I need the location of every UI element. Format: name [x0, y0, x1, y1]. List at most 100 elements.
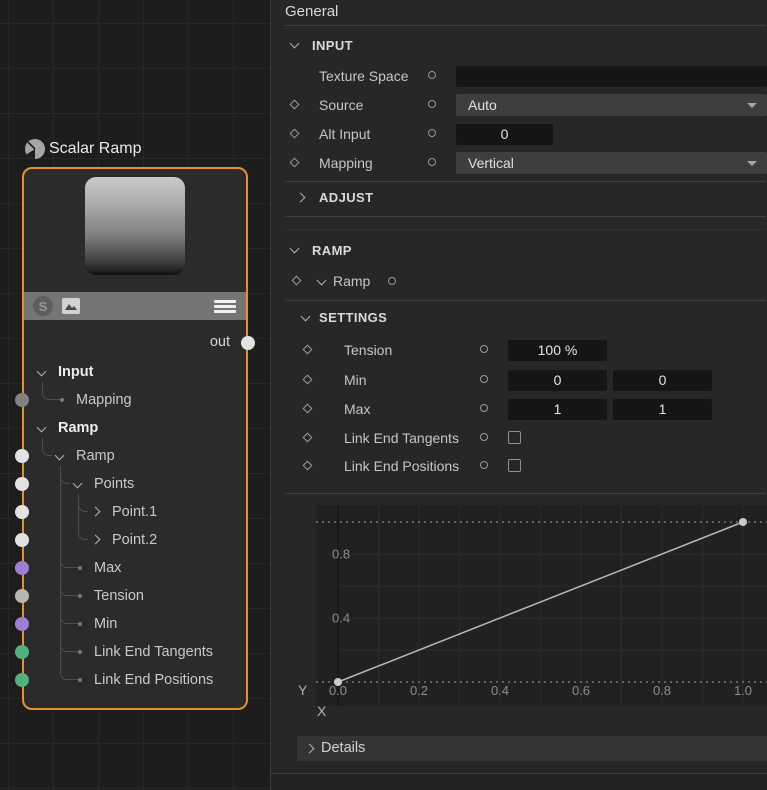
mapping-label: Mapping [319, 149, 373, 177]
mapping-dropdown[interactable]: Vertical [456, 152, 767, 174]
attributes-panel: General INPUT Texture SpaceSourceAutoAlt… [270, 0, 767, 790]
panel-tab-general[interactable]: General [285, 3, 338, 20]
node-menu-icon[interactable] [214, 300, 236, 313]
port-link-end-positions[interactable] [15, 673, 29, 687]
port-max[interactable] [15, 561, 29, 575]
tree-item-input[interactable]: Input [58, 358, 93, 386]
connect-port-icon[interactable] [428, 100, 436, 108]
keyframe-diamond-icon[interactable] [290, 158, 300, 168]
ramp-row-label: Ramp [333, 267, 370, 295]
svg-text:0.0: 0.0 [329, 683, 347, 698]
min-field-1[interactable]: 0 [613, 370, 712, 391]
port-tension[interactable] [15, 589, 29, 603]
section-header-ramp[interactable]: RAMP [312, 243, 352, 258]
tree-connector-dot [78, 622, 82, 626]
tree-item-ramp[interactable]: Ramp [76, 442, 115, 470]
connect-port-icon[interactable] [480, 345, 488, 353]
tree-item-point-1[interactable]: Point.1 [112, 498, 157, 526]
keyframe-diamond-icon[interactable] [290, 129, 300, 139]
tree-connector [42, 382, 43, 391]
tree-item-mapping[interactable]: Mapping [76, 386, 132, 414]
port-ramp[interactable] [15, 449, 29, 463]
tree-item-min[interactable]: Min [94, 610, 117, 638]
texture-space-input[interactable] [456, 66, 767, 87]
port-points[interactable] [15, 477, 29, 491]
connect-port-icon[interactable] [428, 129, 436, 137]
tree-item-max[interactable]: Max [94, 554, 121, 582]
min-field-0[interactable]: 0 [508, 370, 607, 391]
tree-item-link-end-tangents[interactable]: Link End Tangents [94, 638, 213, 666]
svg-text:0.8: 0.8 [653, 683, 671, 698]
tree-connector [60, 615, 78, 624]
divider [285, 493, 766, 494]
node-header[interactable]: Scalar Ramp [24, 138, 141, 160]
ramp-preview-thumbnail[interactable] [85, 177, 185, 275]
keyframe-diamond-icon[interactable] [303, 375, 313, 385]
tree-item-ramp[interactable]: Ramp [58, 414, 98, 442]
chevron-down-icon[interactable] [290, 244, 300, 254]
scalar-ramp-node[interactable]: S out [22, 167, 248, 710]
tree-connector-dot [60, 398, 64, 402]
port-mapping[interactable] [15, 393, 29, 407]
node-type-bar: S [24, 292, 246, 320]
chevron-down-icon[interactable] [317, 276, 327, 286]
tree-item-tension[interactable]: Tension [94, 582, 144, 610]
ramp-curve-svg: 0.40.80.00.20.40.60.81.0 [316, 505, 767, 706]
svg-text:0.2: 0.2 [410, 683, 428, 698]
chevron-right-icon[interactable] [296, 193, 306, 203]
min-label: Min [344, 366, 367, 394]
port-min[interactable] [15, 617, 29, 631]
keyframe-diamond-icon[interactable] [303, 433, 313, 443]
details-section-header[interactable]: Details [297, 736, 767, 761]
y-axis-label: Y [298, 682, 307, 698]
divider [285, 216, 766, 217]
keyframe-diamond-icon[interactable] [292, 276, 302, 286]
max-field-1[interactable]: 1 [613, 399, 712, 420]
tree-item-points[interactable]: Points [94, 470, 134, 498]
chevron-down-icon[interactable] [301, 312, 311, 322]
tree-connector [42, 438, 43, 447]
tree-connector-dot [78, 594, 82, 598]
node-editor-canvas[interactable]: Scalar Ramp S out InputMappingRampRampPo… [0, 0, 270, 790]
link-end-positions-checkbox[interactable] [508, 459, 521, 472]
alt-input-label: Alt Input [319, 120, 370, 148]
tree-connector [60, 587, 78, 596]
source-dropdown[interactable]: Auto [456, 94, 767, 116]
texture-space-label: Texture Space [319, 62, 409, 90]
chevron-down-icon [747, 103, 757, 108]
section-header-input[interactable]: INPUT [312, 38, 353, 53]
tension-field-0[interactable]: 100 % [508, 340, 607, 361]
port-point-1[interactable] [15, 505, 29, 519]
divider [285, 229, 766, 230]
keyframe-diamond-icon[interactable] [303, 404, 313, 414]
x-axis-label: X [317, 703, 326, 719]
port-link-end-tangents[interactable] [15, 645, 29, 659]
connect-port-icon[interactable] [428, 71, 436, 79]
connect-port-icon[interactable] [480, 461, 488, 469]
connect-port-icon[interactable] [480, 375, 488, 383]
curve-point[interactable] [739, 518, 747, 526]
tree-item-point-2[interactable]: Point.2 [112, 526, 157, 554]
svg-text:1.0: 1.0 [734, 683, 752, 698]
link-end-positions-label: Link End Positions [344, 452, 459, 480]
divider [285, 181, 766, 182]
ramp-curve-editor[interactable]: 0.40.80.00.20.40.60.81.0 [316, 505, 767, 706]
chevron-down-icon[interactable] [290, 39, 300, 49]
connect-port-icon[interactable] [428, 158, 436, 166]
connect-port-icon[interactable] [480, 404, 488, 412]
link-end-tangents-checkbox[interactable] [508, 431, 521, 444]
section-header-adjust[interactable]: ADJUST [319, 190, 373, 205]
port-out[interactable] [241, 336, 255, 350]
section-header-settings[interactable]: SETTINGS [319, 310, 387, 325]
keyframe-diamond-icon[interactable] [290, 100, 300, 110]
connect-port-icon[interactable] [388, 277, 396, 285]
max-field-0[interactable]: 1 [508, 399, 607, 420]
svg-text:0.8: 0.8 [332, 547, 350, 562]
tree-item-link-end-positions[interactable]: Link End Positions [94, 666, 213, 694]
alt-input-field-0[interactable]: 0 [456, 124, 553, 145]
port-point-2[interactable] [15, 533, 29, 547]
keyframe-diamond-icon[interactable] [303, 461, 313, 471]
keyframe-diamond-icon[interactable] [303, 345, 313, 355]
connect-port-icon[interactable] [480, 433, 488, 441]
image-preview-icon [62, 298, 80, 314]
